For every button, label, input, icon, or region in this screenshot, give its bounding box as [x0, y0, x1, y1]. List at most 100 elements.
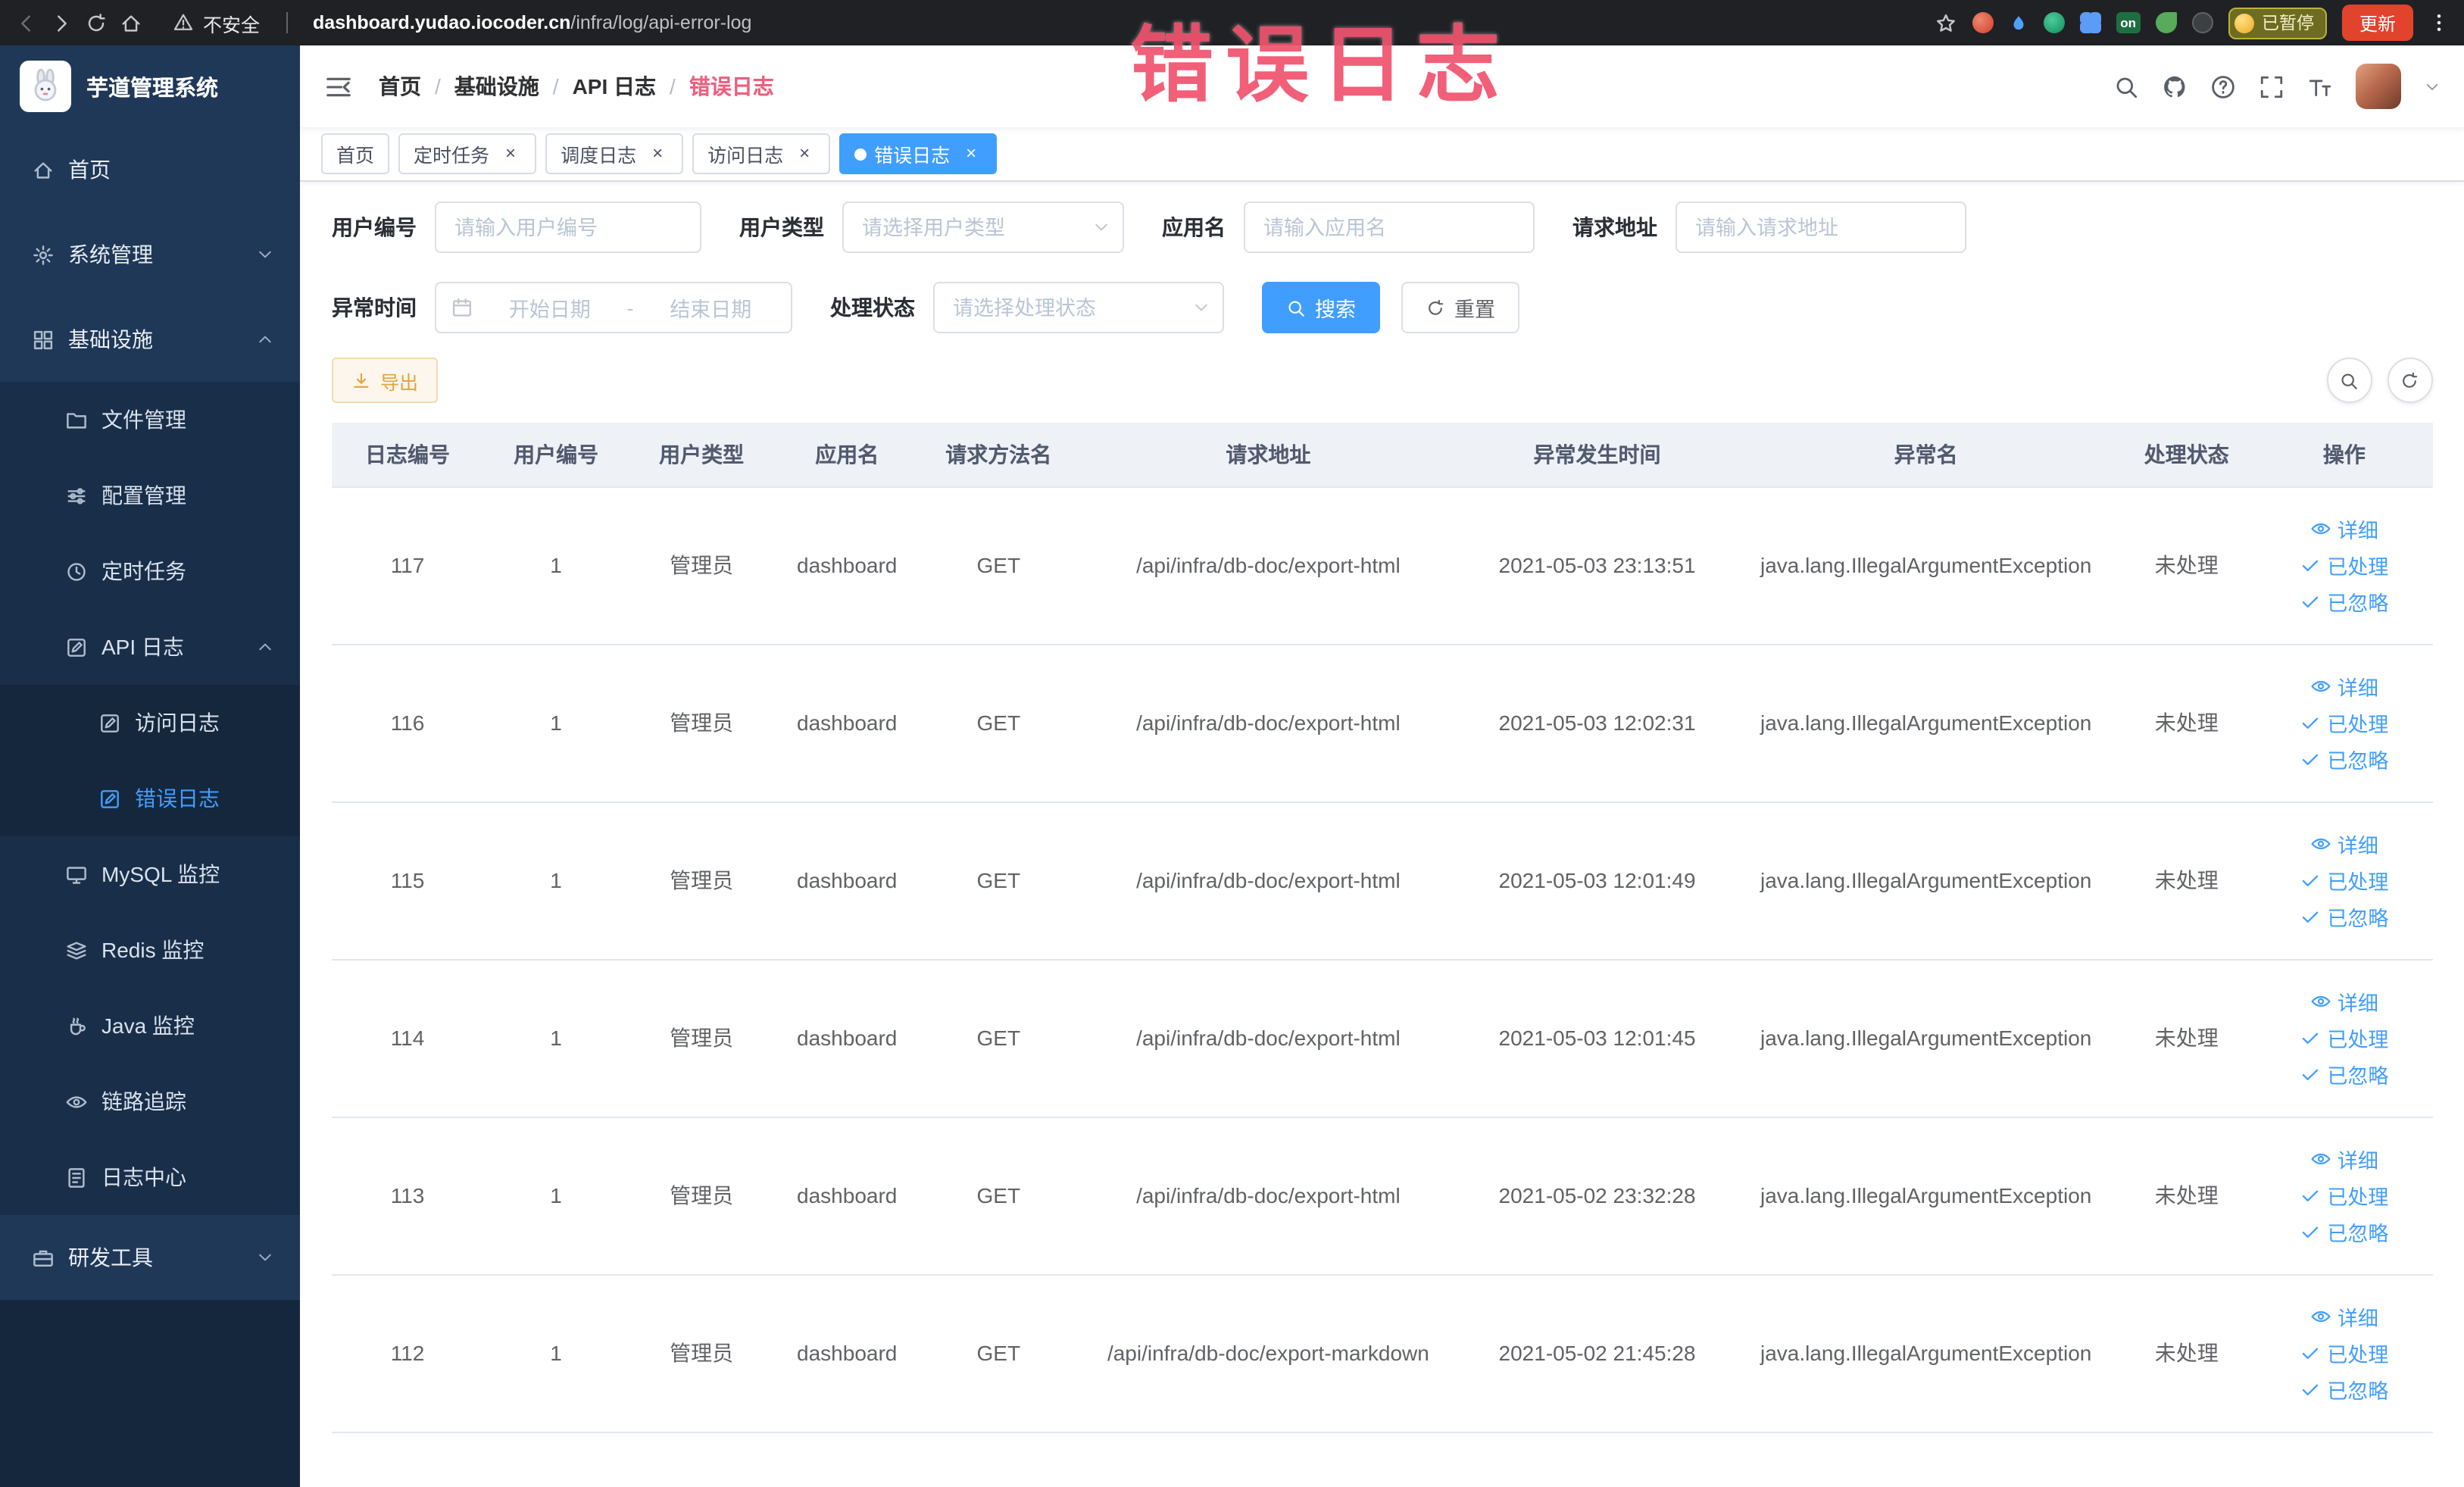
tab-item[interactable]: 定时任务 × — [398, 133, 537, 174]
browser-menu-icon[interactable] — [2428, 12, 2449, 33]
tab-close-icon[interactable]: × — [960, 142, 982, 164]
browser-back-icon[interactable] — [15, 11, 38, 34]
sidebar-item[interactable]: 链路追踪 — [0, 1064, 300, 1139]
browser-home-icon[interactable] — [120, 11, 142, 34]
detail-link[interactable]: 详细 — [2310, 671, 2378, 701]
ignored-link[interactable]: 已忽略 — [2300, 1374, 2388, 1404]
sidebar-item[interactable]: 错误日志 — [0, 761, 300, 836]
sidebar-item[interactable]: API 日志 — [0, 609, 300, 685]
column-header: 日志编号 — [332, 423, 484, 487]
exception-time-range-picker[interactable]: 开始日期 - 结束日期 — [435, 282, 792, 333]
breadcrumb-item[interactable]: 基础设施 — [454, 71, 539, 102]
sliders-icon — [65, 484, 88, 507]
bookmark-star-icon[interactable] — [1934, 11, 1957, 34]
tab-close-icon[interactable]: × — [500, 142, 521, 164]
app-logo[interactable]: 芋道管理系统 — [0, 45, 300, 127]
user-id-input[interactable] — [435, 201, 701, 253]
detail-link[interactable]: 详细 — [2310, 829, 2378, 859]
fullscreen-icon[interactable] — [2258, 73, 2284, 99]
exception-time-label: 异常时间 — [332, 295, 417, 320]
reset-button[interactable]: 重置 — [1401, 282, 1519, 333]
sidebar-item-label: 系统管理 — [68, 242, 153, 267]
breadcrumb-separator: / — [670, 74, 676, 98]
profile-paused-badge[interactable]: 已暂停 — [2228, 7, 2328, 39]
user-type-select[interactable] — [842, 201, 1124, 253]
sidebar-item-label: Java 监控 — [101, 1014, 195, 1038]
tab-item[interactable]: 访问日志 × — [692, 133, 831, 174]
toggle-search-button[interactable] — [2326, 358, 2372, 403]
processed-link[interactable]: 已处理 — [2300, 1338, 2388, 1368]
user-type-select-input[interactable] — [842, 201, 1124, 253]
processed-link[interactable]: 已处理 — [2300, 1023, 2388, 1053]
export-button[interactable]: 导出 — [332, 358, 439, 403]
header-search-icon[interactable] — [2113, 73, 2138, 99]
detail-link[interactable]: 详细 — [2310, 1301, 2378, 1332]
search-button[interactable]: 搜索 — [1262, 282, 1380, 333]
extension-leaf-icon[interactable] — [2155, 12, 2177, 33]
detail-link[interactable]: 详细 — [2310, 514, 2378, 544]
request-url-input[interactable] — [1675, 201, 1966, 253]
sidebar-item[interactable]: 文件管理 — [0, 382, 300, 458]
breadcrumb-item[interactable]: 首页 — [379, 71, 421, 102]
github-icon[interactable] — [2161, 73, 2187, 99]
search-icon — [2339, 370, 2359, 390]
extension-green-icon[interactable] — [2043, 12, 2065, 33]
sidebar-item[interactable]: 系统管理 — [0, 212, 300, 297]
sidebar-item[interactable]: 配置管理 — [0, 458, 300, 533]
sidebar-item[interactable]: MySQL 监控 — [0, 836, 300, 912]
extension-dark-icon[interactable] — [2191, 12, 2213, 33]
sidebar-item[interactable]: 定时任务 — [0, 533, 300, 609]
processed-link[interactable]: 已处理 — [2300, 708, 2388, 738]
tab-item[interactable]: 错误日志 × — [839, 133, 998, 174]
extension-red-icon[interactable] — [1972, 12, 1994, 33]
tab-close-icon[interactable]: × — [794, 142, 815, 164]
process-status-select-input[interactable] — [933, 282, 1224, 333]
cell-exception: java.lang.IllegalArgumentException — [1735, 959, 2117, 1117]
tab-close-icon[interactable]: × — [647, 142, 668, 164]
filter-form: 用户编号 用户类型 应用名 — [332, 201, 2432, 333]
processed-link[interactable]: 已处理 — [2300, 550, 2388, 580]
browser-update-button[interactable]: 更新 — [2342, 5, 2412, 41]
processed-link[interactable]: 已处理 — [2300, 1180, 2388, 1211]
font-size-icon[interactable] — [2306, 73, 2332, 99]
browser-reload-icon[interactable] — [85, 11, 108, 34]
process-status-label: 处理状态 — [830, 295, 915, 320]
breadcrumb-item[interactable]: API 日志 — [573, 71, 656, 102]
tab-item[interactable]: 调度日志 × — [545, 133, 684, 174]
ignored-link[interactable]: 已忽略 — [2300, 744, 2388, 774]
address-bar[interactable]: dashboard.yudao.iocoder.cn/infra/log/api… — [313, 12, 751, 33]
ignored-link[interactable]: 已忽略 — [2300, 1059, 2388, 1089]
avatar[interactable] — [2355, 64, 2400, 109]
refresh-table-button[interactable] — [2387, 358, 2432, 403]
sidebar-item[interactable]: Java 监控 — [0, 988, 300, 1064]
ignored-link[interactable]: 已忽略 — [2300, 586, 2388, 617]
ignored-link[interactable]: 已忽略 — [2300, 1217, 2388, 1247]
cell-id: 115 — [332, 801, 484, 960]
sidebar-item[interactable]: 基础设施 — [0, 297, 300, 382]
cell-id: 112 — [332, 1274, 484, 1432]
sidebar-item[interactable]: 首页 — [0, 127, 300, 212]
app-name-input[interactable] — [1244, 201, 1535, 253]
cell-status: 未处理 — [2116, 1274, 2256, 1432]
extension-drop-icon[interactable] — [2008, 13, 2028, 33]
user-menu-caret-icon[interactable] — [2423, 78, 2440, 95]
extension-grid-icon[interactable] — [2079, 12, 2101, 33]
sidebar-item[interactable]: 访问日志 — [0, 685, 300, 761]
detail-link[interactable]: 详细 — [2310, 1144, 2378, 1174]
ignored-link[interactable]: 已忽略 — [2300, 901, 2388, 932]
browser-forward-icon[interactable] — [50, 11, 73, 34]
security-indicator[interactable]: 不安全 — [173, 8, 260, 37]
sidebar-toggle-icon[interactable] — [324, 72, 353, 101]
coffee-icon — [65, 1014, 88, 1037]
sidebar-item[interactable]: 日志中心 — [0, 1139, 300, 1215]
sidebar-item[interactable]: 研发工具 — [0, 1215, 300, 1300]
tab-item[interactable]: 首页 — [321, 133, 390, 174]
processed-link[interactable]: 已处理 — [2300, 865, 2388, 895]
sidebar-item[interactable]: Redis 监控 — [0, 912, 300, 988]
help-icon[interactable] — [2209, 73, 2235, 99]
detail-link[interactable]: 详细 — [2310, 986, 2378, 1017]
extension-on-badge[interactable]: on — [2116, 11, 2141, 34]
cell-app: dashboard — [774, 801, 920, 960]
process-status-select[interactable] — [933, 282, 1224, 333]
breadcrumb-item: 错误日志 — [689, 74, 774, 98]
